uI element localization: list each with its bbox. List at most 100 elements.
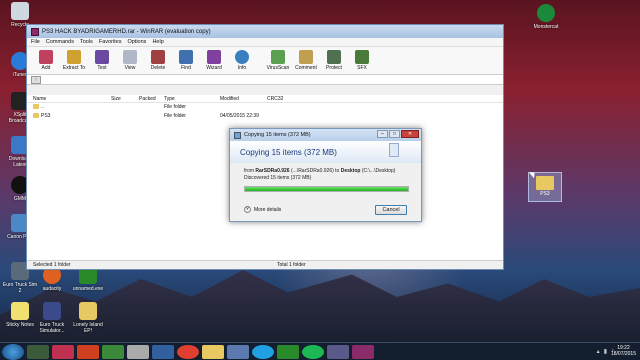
menu-options[interactable]: Options: [127, 39, 146, 45]
taskbar-winrar-icon[interactable]: [352, 344, 374, 359]
taskbar: ▴ ▮ ♪ 19:22 18/07/2015: [0, 342, 640, 360]
col-type[interactable]: Type: [164, 96, 175, 102]
document-icon: [389, 143, 399, 157]
chevron-down-icon: ˅: [244, 206, 251, 213]
clock[interactable]: 19:22 18/07/2015: [611, 345, 636, 357]
taskbar-skype-icon[interactable]: [252, 344, 274, 359]
status-selected: Selected 1 folder: [33, 262, 71, 268]
truck-icon: [43, 302, 61, 320]
wizard-button[interactable]: Wizard: [201, 47, 227, 74]
col-modified[interactable]: Modified: [220, 96, 239, 102]
folder-icon: [79, 302, 97, 320]
table-row[interactable]: .. File folder: [27, 103, 503, 112]
folder-icon: [33, 104, 39, 110]
copy-dialog[interactable]: Copying 15 items (372 MB) – □ ✕ Copying …: [229, 128, 422, 222]
taskbar-app-icon[interactable]: [27, 344, 49, 359]
sfx-button[interactable]: SFX: [349, 47, 375, 74]
delete-button[interactable]: Delete: [145, 47, 171, 74]
winrar-titlebar[interactable]: PS3 HACK BYADRIGAMERHD.rar - WinRAR (eva…: [27, 25, 503, 38]
toolbar: Add Extract To Test View Delete Find Wiz…: [27, 47, 503, 75]
virusscan-icon: [271, 50, 285, 64]
network-icon[interactable]: ▮: [604, 348, 607, 355]
wizard-icon: [207, 50, 221, 64]
tray-icon[interactable]: ▴: [597, 348, 600, 355]
folder-icon: [536, 176, 554, 190]
dialog-title: Copying 15 items (372 MB): [244, 132, 311, 138]
taskbar-app-icon[interactable]: [227, 344, 249, 359]
test-icon: [95, 50, 109, 64]
desktop-icon-sticky[interactable]: Sticky Notes: [2, 302, 38, 328]
add-button[interactable]: Add: [33, 47, 59, 74]
winrar-app-icon: [31, 27, 39, 36]
taskbar-itunes-icon[interactable]: [52, 344, 74, 359]
dialog-heading-area: Copying 15 items (372 MB): [230, 141, 421, 163]
status-bar: Selected 1 folder Total 1 folder: [27, 260, 503, 269]
extract-to-button[interactable]: Extract To: [61, 47, 87, 74]
menu-commands[interactable]: Commands: [46, 39, 74, 45]
sfx-icon: [355, 50, 369, 64]
path-bar: ↑: [27, 75, 503, 85]
sticky-notes-icon: [11, 302, 29, 320]
col-packed[interactable]: Packed: [139, 96, 156, 102]
dialog-heading: Copying 15 items (372 MB): [240, 148, 337, 157]
discovered-line: Discovered 15 items (372 MB): [244, 175, 312, 181]
info-button[interactable]: Info: [229, 47, 255, 74]
taskbar-app-icon[interactable]: [77, 344, 99, 359]
col-size[interactable]: Size: [111, 96, 121, 102]
monstercat-icon: [537, 4, 555, 22]
minimize-button[interactable]: –: [377, 130, 388, 138]
desktop-icon-monstercat[interactable]: Monstercat: [528, 4, 564, 30]
taskbar-app-icon[interactable]: [102, 344, 124, 359]
test-button[interactable]: Test: [89, 47, 115, 74]
up-folder-button[interactable]: ↑: [31, 75, 41, 84]
copy-icon: [234, 131, 241, 139]
start-button[interactable]: [2, 343, 24, 360]
comment-icon: [299, 50, 313, 64]
desktop-icon-eurotruck2[interactable]: Euro Truck Simulator...: [34, 302, 70, 334]
status-total: Total 1 folder: [277, 262, 306, 268]
taskbar-app-icon[interactable]: [152, 344, 174, 359]
extract-icon: [67, 50, 81, 64]
folder-icon: [33, 113, 39, 119]
menu-bar: File Commands Tools Favorites Options He…: [27, 38, 503, 47]
add-icon: [39, 50, 53, 64]
taskbar-app-icon[interactable]: [277, 344, 299, 359]
copy-from-line: from RarSDRa0.926 (...\RarSDRa0.926) to …: [244, 168, 396, 174]
copy-progress-bar: [244, 186, 409, 192]
info-icon: [235, 50, 249, 64]
view-button[interactable]: View: [117, 47, 143, 74]
desktop-icon-lonely[interactable]: Lonely Island EP!: [70, 302, 106, 334]
find-button[interactable]: Find: [173, 47, 199, 74]
recycle-bin-icon: [11, 2, 29, 20]
taskbar-spotify-icon[interactable]: [302, 344, 324, 359]
col-name[interactable]: Name: [33, 96, 46, 102]
view-icon: [123, 50, 137, 64]
taskbar-app-icon[interactable]: [127, 344, 149, 359]
col-crc32[interactable]: CRC32: [267, 96, 283, 102]
taskbar-chrome-icon[interactable]: [177, 344, 199, 359]
protect-button[interactable]: Protect: [321, 47, 347, 74]
menu-favorites[interactable]: Favorites: [99, 39, 122, 45]
progress-fill: [245, 187, 408, 191]
taskbar-explorer-icon[interactable]: [202, 344, 224, 359]
more-details-toggle[interactable]: ˅ More details: [244, 206, 281, 213]
clock-date: 18/07/2015: [610, 351, 636, 357]
destination-link[interactable]: Desktop: [341, 168, 361, 174]
list-header: Name Size Packed Type Modified CRC32: [27, 95, 503, 103]
find-icon: [179, 50, 193, 64]
source-link[interactable]: RarSDRa0.926: [255, 168, 289, 174]
taskbar-app-icon[interactable]: [327, 344, 349, 359]
cancel-button[interactable]: Cancel: [375, 205, 407, 215]
maximize-button[interactable]: □: [389, 130, 400, 138]
close-button[interactable]: ✕: [401, 130, 419, 138]
menu-help[interactable]: Help: [152, 39, 163, 45]
window-title: PS3 HACK BYADRIGAMERHD.rar - WinRAR (eva…: [42, 28, 211, 35]
comment-button[interactable]: Comment: [293, 47, 319, 74]
dialog-titlebar[interactable]: Copying 15 items (372 MB) – □ ✕: [230, 129, 421, 141]
menu-file[interactable]: File: [31, 39, 40, 45]
virusscan-button[interactable]: VirusScan: [265, 47, 291, 74]
table-row[interactable]: PS3 File folder 04/05/2015 22:39: [27, 112, 503, 121]
menu-tools[interactable]: Tools: [80, 39, 93, 45]
protect-icon: [327, 50, 341, 64]
delete-icon: [151, 50, 165, 64]
